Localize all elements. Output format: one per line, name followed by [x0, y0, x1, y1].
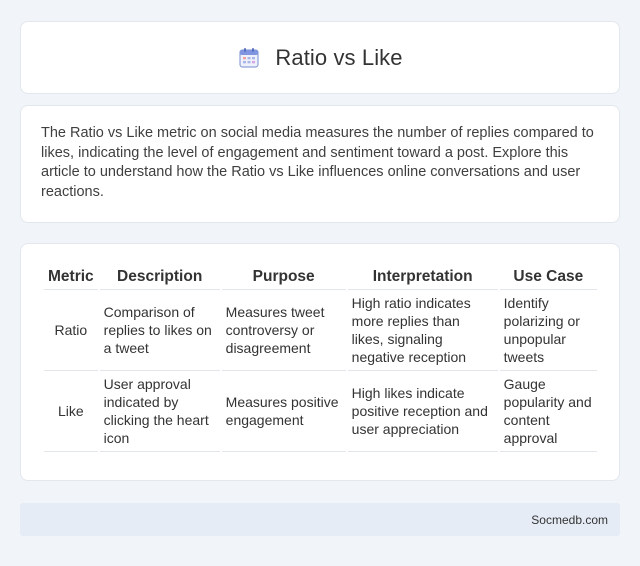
intro-text: The Ratio vs Like metric on social media… [41, 125, 594, 200]
cell-description: User approval indicated by clicking the … [99, 371, 220, 452]
cell-interpretation: High ratio indicates more replies than l… [347, 290, 498, 371]
header-interpretation: Interpretation [347, 260, 498, 290]
footer: Socmedb.com [20, 503, 620, 536]
table-header-row: Metric Description Purpose Interpretatio… [44, 260, 597, 290]
header-use-case: Use Case [499, 260, 597, 290]
cell-use-case: Identify polarizing or unpopular tweets [499, 290, 597, 371]
calendar-icon [239, 47, 259, 68]
intro-card: The Ratio vs Like metric on social media… [20, 105, 620, 223]
table-card: Metric Description Purpose Interpretatio… [20, 243, 620, 481]
table-row: Ratio Comparison of replies to likes on … [44, 290, 597, 371]
comparison-table: Metric Description Purpose Interpretatio… [42, 260, 599, 452]
header-purpose: Purpose [221, 260, 346, 290]
title-card: Ratio vs Like [20, 21, 620, 94]
cell-use-case: Gauge popularity and content approval [499, 371, 597, 452]
header-description: Description [99, 260, 220, 290]
cell-interpretation: High likes indicate positive reception a… [347, 371, 498, 452]
cell-description: Comparison of replies to likes on a twee… [99, 290, 220, 371]
cell-purpose: Measures tweet controversy or disagreeme… [221, 290, 346, 371]
table-row: Like User approval indicated by clicking… [44, 371, 597, 452]
cell-purpose: Measures positive engagement [221, 371, 346, 452]
cell-metric: Ratio [44, 290, 98, 371]
cell-metric: Like [44, 371, 98, 452]
page-title: Ratio vs Like [275, 44, 403, 70]
header-metric: Metric [44, 260, 98, 290]
footer-site-link[interactable]: Socmedb.com [531, 513, 608, 527]
